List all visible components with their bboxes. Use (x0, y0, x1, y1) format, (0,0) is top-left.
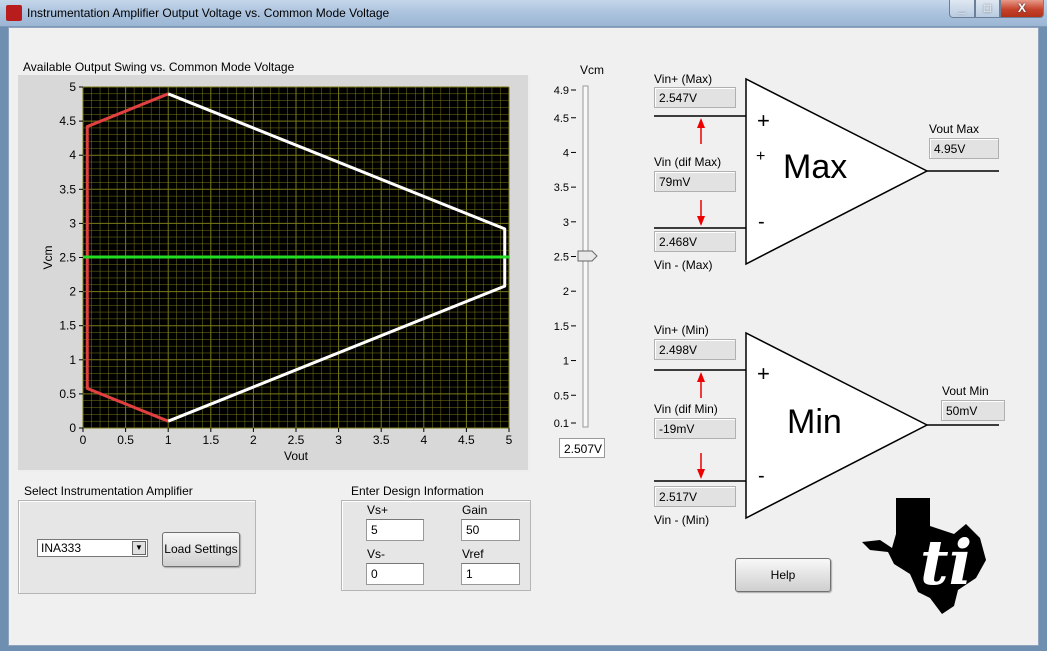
y-tick-label: 3.5 (59, 182, 76, 196)
vs-minus-input[interactable]: 0 (366, 563, 424, 585)
max-plus-sign: + (756, 148, 766, 165)
slider-tick-label: 0.5 (554, 390, 569, 402)
vout-min-label: Vout Min (942, 384, 989, 398)
x-tick-label: 1.5 (202, 433, 219, 447)
y-axis-label: Vcm (41, 245, 55, 269)
texas-instruments-logo: ti (862, 498, 986, 614)
min-amp-label: Min (787, 403, 842, 441)
minimize-icon: _ (958, 1, 966, 15)
max-vin-dif-value: 79mV (654, 171, 736, 192)
y-tick-label: 0.5 (59, 387, 76, 401)
y-tick-label: 4.5 (59, 114, 76, 128)
slider-tick-label: 1 (563, 356, 569, 368)
max-vin-plus-label: Vin+ (Max) (654, 72, 713, 86)
slider-tick-label: 0.1 (554, 418, 569, 430)
gain-input[interactable]: 50 (461, 519, 520, 541)
load-settings-button[interactable]: Load Settings (162, 532, 240, 567)
slider-tick-label: 2.5 (554, 252, 569, 264)
output-swing-chart: 0 0.5 1 1.5 2 2.5 3 3.5 4 4.5 5 0 0.5 1 1.5 2 2.5 3 3.5 4 4.… (41, 80, 513, 463)
max-vin-minus-value: 2.468V (654, 231, 736, 252)
x-tick-label: 4.5 (458, 433, 475, 447)
close-button[interactable]: X (1000, 0, 1044, 18)
slider-tick-label: 4.5 (554, 113, 569, 125)
max-vin-plus-value: 2.547V (654, 87, 736, 108)
slider-tick-label: 3.5 (554, 182, 569, 194)
slider-tick-label: 4 (563, 147, 569, 159)
design-info-label: Enter Design Information (351, 484, 484, 498)
window-title: Instrumentation Amplifier Output Voltage… (27, 6, 390, 20)
y-tick-label: 1.5 (59, 319, 76, 333)
min-plus-sign: + (757, 361, 770, 386)
gain-label: Gain (462, 503, 488, 517)
vs-plus-input[interactable]: 5 (366, 519, 424, 541)
max-vin-minus-label: Vin - (Max) (654, 258, 713, 272)
svg-text:ti: ti (920, 526, 972, 599)
vcm-slider[interactable]: 4.9 4.5 4 3.5 3 2.5 2 1.5 1 0.5 0.1 (540, 80, 610, 435)
vout-max-label: Vout Max (929, 122, 980, 136)
select-amp-label: Select Instrumentation Amplifier (24, 484, 193, 498)
max-minus-sign: - (758, 211, 765, 233)
x-tick-label: 3.5 (373, 433, 390, 447)
max-plus-sign-large: + (757, 108, 770, 133)
min-vin-minus-value: 2.517V (654, 486, 736, 507)
x-axis-label: Vout (284, 449, 309, 463)
x-tick-label: 0 (80, 433, 87, 447)
min-vin-dif-value: -19mV (654, 418, 736, 439)
min-vin-dif-label: Vin (dif Min) (654, 402, 718, 416)
slider-tick-label: 2 (563, 286, 569, 298)
max-vin-dif-label: Vin (dif Max) (654, 155, 722, 169)
min-vin-plus-label: Vin+ (Min) (654, 323, 709, 337)
x-tick-label: 5 (506, 433, 513, 447)
vs-plus-label: Vs+ (367, 503, 389, 517)
maximize-icon: □ (983, 1, 992, 15)
vout-max-value: 4.95V (929, 138, 999, 159)
max-amp-label: Max (783, 148, 848, 186)
min-minus-sign: - (758, 465, 765, 487)
x-tick-label: 0.5 (117, 433, 134, 447)
slider-tick-label: 3 (563, 217, 569, 229)
y-tick-label: 5 (69, 80, 76, 94)
vref-input[interactable]: 1 (461, 563, 520, 585)
amp-select-value: INA333 (41, 541, 82, 555)
x-tick-label: 2 (250, 433, 257, 447)
y-tick-label: 2.5 (59, 251, 76, 265)
maximize-button[interactable]: □ (975, 0, 1000, 18)
slider-tick-label: 1.5 (554, 321, 569, 333)
title-bar: Instrumentation Amplifier Output Voltage… (0, 0, 1047, 27)
vref-label: Vref (462, 547, 484, 561)
slider-label: Vcm (580, 63, 604, 77)
y-tick-label: 2 (69, 285, 76, 299)
y-tick-label: 1 (69, 353, 76, 367)
minimize-button[interactable]: _ (949, 0, 975, 18)
x-tick-label: 2.5 (288, 433, 305, 447)
x-tick-label: 4 (420, 433, 427, 447)
x-tick-label: 3 (335, 433, 342, 447)
min-vin-plus-value: 2.498V (654, 339, 736, 360)
vs-minus-label: Vs- (367, 547, 385, 561)
y-tick-label: 4 (69, 148, 76, 162)
min-vin-minus-label: Vin - (Min) (654, 513, 710, 527)
vout-min-value: 50mV (941, 400, 1005, 421)
slider-tick-label: 4.9 (554, 85, 569, 97)
chart-title: Available Output Swing vs. Common Mode V… (23, 60, 295, 74)
y-tick-label: 0 (69, 421, 76, 435)
slider-thumb[interactable] (577, 250, 598, 262)
chevron-down-icon[interactable]: ▼ (132, 541, 146, 555)
amp-select[interactable]: INA333 ▼ (37, 539, 148, 557)
vcm-readout[interactable]: 2.507V (559, 438, 605, 458)
y-tick-label: 3 (69, 216, 76, 230)
x-tick-label: 1 (165, 433, 172, 447)
close-icon: X (1017, 1, 1026, 15)
help-button[interactable]: Help (735, 558, 831, 592)
app-icon (6, 5, 22, 21)
